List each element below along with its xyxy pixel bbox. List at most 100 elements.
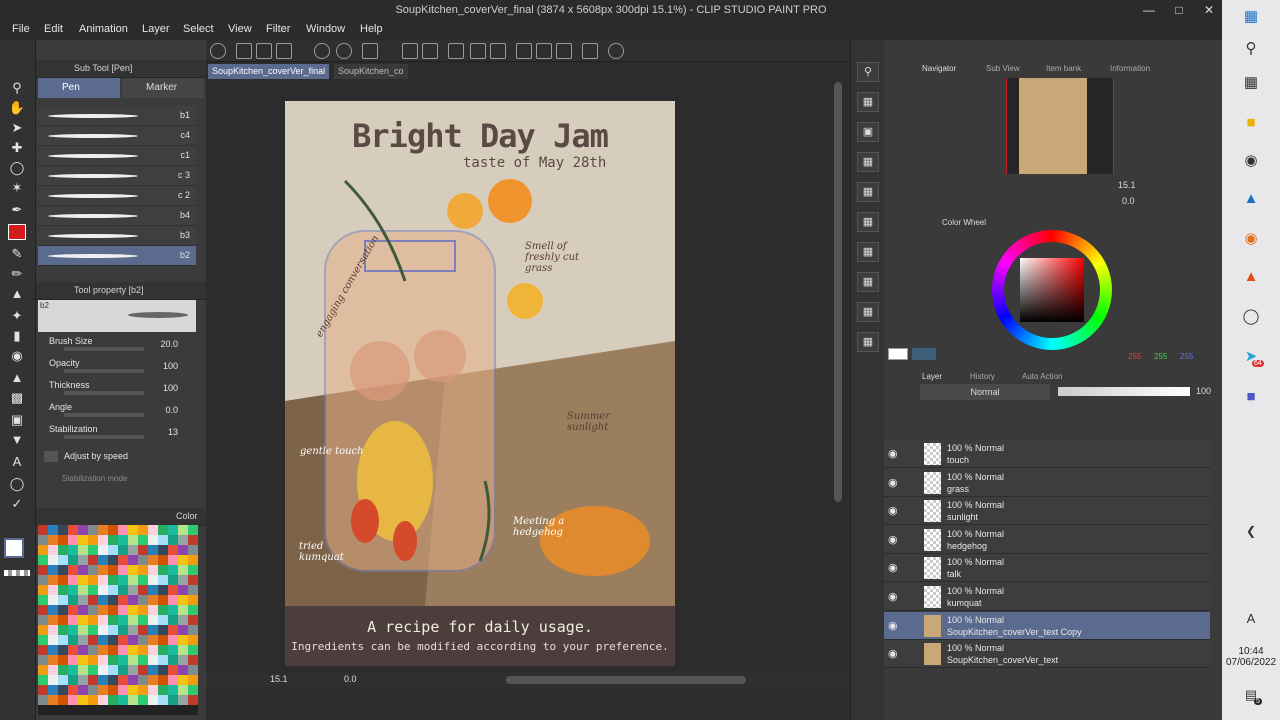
palette-swatch[interactable] (68, 595, 78, 605)
adjust-by-speed-row[interactable]: Adjust by speed (44, 450, 192, 464)
navigator-angle-value[interactable]: 0.0 (1122, 196, 1135, 206)
palette-swatch[interactable] (168, 655, 178, 665)
palette-swatch[interactable] (148, 545, 158, 555)
palette-swatch[interactable] (58, 655, 68, 665)
new-file-icon[interactable] (236, 43, 252, 59)
palette-swatch[interactable] (178, 625, 188, 635)
doc-tab-second[interactable]: SoupKitchen_co (334, 64, 408, 79)
tab-information[interactable]: Information (1110, 62, 1150, 76)
app-taskbar-icon[interactable]: ▲ (1239, 188, 1263, 210)
palette-swatch[interactable] (108, 645, 118, 655)
palette-swatch[interactable] (138, 545, 148, 555)
palette-swatch[interactable] (148, 605, 158, 615)
clock[interactable]: 10:44 07/06/2022 (1222, 646, 1280, 668)
tab-marker[interactable]: Marker (122, 78, 204, 98)
adjust-by-speed-checkbox[interactable] (44, 451, 58, 462)
palette-swatch[interactable] (118, 585, 128, 595)
palette-swatch[interactable] (38, 525, 48, 535)
palette-swatch[interactable] (58, 645, 68, 655)
palette-swatch[interactable] (68, 665, 78, 675)
palette-swatch[interactable] (148, 645, 158, 655)
palette-swatch[interactable] (68, 635, 78, 645)
palette-swatch[interactable] (138, 685, 148, 695)
material-icon[interactable]: ▦ (857, 152, 879, 172)
palette-swatch[interactable] (78, 585, 88, 595)
palette-swatch[interactable] (188, 695, 198, 705)
eyedropper-icon[interactable]: ✒ (8, 202, 26, 218)
palette-swatch[interactable] (38, 555, 48, 565)
palette-swatch[interactable] (178, 545, 188, 555)
palette-swatch[interactable] (78, 595, 88, 605)
palette-swatch[interactable] (108, 535, 118, 545)
palette-swatch[interactable] (158, 585, 168, 595)
sub-color-chip[interactable] (912, 348, 936, 360)
layer-row[interactable]: ◉ 100 % Normal hedgehog (884, 525, 1210, 554)
palette-swatch[interactable] (158, 595, 168, 605)
palette-swatch[interactable] (148, 525, 158, 535)
search-icon[interactable]: ⚲ (857, 62, 879, 82)
palette-swatch[interactable] (178, 615, 188, 625)
menu-window[interactable]: Window (306, 23, 345, 35)
palette-swatch[interactable] (118, 685, 128, 695)
palette-swatch[interactable] (88, 555, 98, 565)
palette-swatch[interactable] (68, 535, 78, 545)
palette-swatch[interactable] (118, 595, 128, 605)
palette-swatch[interactable] (138, 585, 148, 595)
palette-swatch[interactable] (58, 635, 68, 645)
palette-swatch[interactable] (48, 605, 58, 615)
brush-item[interactable]: c1 (38, 146, 196, 166)
navigator-zoom-value[interactable]: 15.1 (1118, 180, 1136, 190)
palette-swatch[interactable] (98, 585, 108, 595)
palette-swatch[interactable] (138, 695, 148, 705)
palette-swatch[interactable] (38, 695, 48, 705)
palette-swatch[interactable] (38, 615, 48, 625)
palette-swatch[interactable] (138, 645, 148, 655)
palette-swatch[interactable] (48, 595, 58, 605)
palette-swatch[interactable] (128, 665, 138, 675)
palette-swatch[interactable] (48, 665, 58, 675)
palette-swatch[interactable] (168, 555, 178, 565)
palette-swatch[interactable] (158, 665, 168, 675)
brush-item[interactable]: b1 (38, 106, 196, 126)
palette-swatch[interactable] (48, 565, 58, 575)
property-slider[interactable] (64, 413, 144, 417)
windows-start-icon[interactable]: ▦ (1239, 6, 1263, 28)
tab-pen[interactable]: Pen (38, 78, 120, 98)
layer-row[interactable]: ◉ 100 % Normal sunlight (884, 497, 1210, 526)
main-color-swatch[interactable] (4, 538, 24, 558)
palette-swatch[interactable] (148, 625, 158, 635)
deselect-icon[interactable] (448, 43, 464, 59)
palette-swatch[interactable] (158, 615, 168, 625)
minimize-icon[interactable]: — (1134, 1, 1164, 19)
palette-swatch[interactable] (108, 585, 118, 595)
palette-swatch[interactable] (148, 565, 158, 575)
palette-swatch[interactable] (68, 545, 78, 555)
palette-swatch[interactable] (108, 695, 118, 705)
palette-swatch[interactable] (168, 565, 178, 575)
brush-item[interactable]: c 3 (38, 166, 196, 186)
palette-swatch[interactable] (128, 545, 138, 555)
palette-swatch[interactable] (98, 625, 108, 635)
palette-swatch[interactable] (98, 565, 108, 575)
palette-swatch[interactable] (108, 575, 118, 585)
palette-swatch[interactable] (48, 625, 58, 635)
palette-swatch[interactable] (108, 565, 118, 575)
brush-item[interactable]: b3 (38, 226, 196, 246)
palette-swatch[interactable] (148, 655, 158, 665)
palette-swatch[interactable] (118, 615, 128, 625)
palette-swatch[interactable] (68, 555, 78, 565)
palette-swatch[interactable] (78, 655, 88, 665)
palette-swatch[interactable] (88, 665, 98, 675)
palette-swatch[interactable] (88, 535, 98, 545)
palette-swatch[interactable] (168, 535, 178, 545)
palette-swatch[interactable] (48, 635, 58, 645)
brush-item[interactable]: c4 (38, 126, 196, 146)
palette-swatch[interactable] (48, 675, 58, 685)
move-icon[interactable]: ✚ (8, 140, 26, 156)
palette-swatch[interactable] (128, 595, 138, 605)
palette-swatch[interactable] (118, 665, 128, 675)
palette-swatch[interactable] (48, 535, 58, 545)
undo-icon[interactable] (314, 43, 330, 59)
eye-icon[interactable]: ◉ (888, 447, 898, 460)
layer-search-icon[interactable]: ▣ (857, 122, 879, 142)
